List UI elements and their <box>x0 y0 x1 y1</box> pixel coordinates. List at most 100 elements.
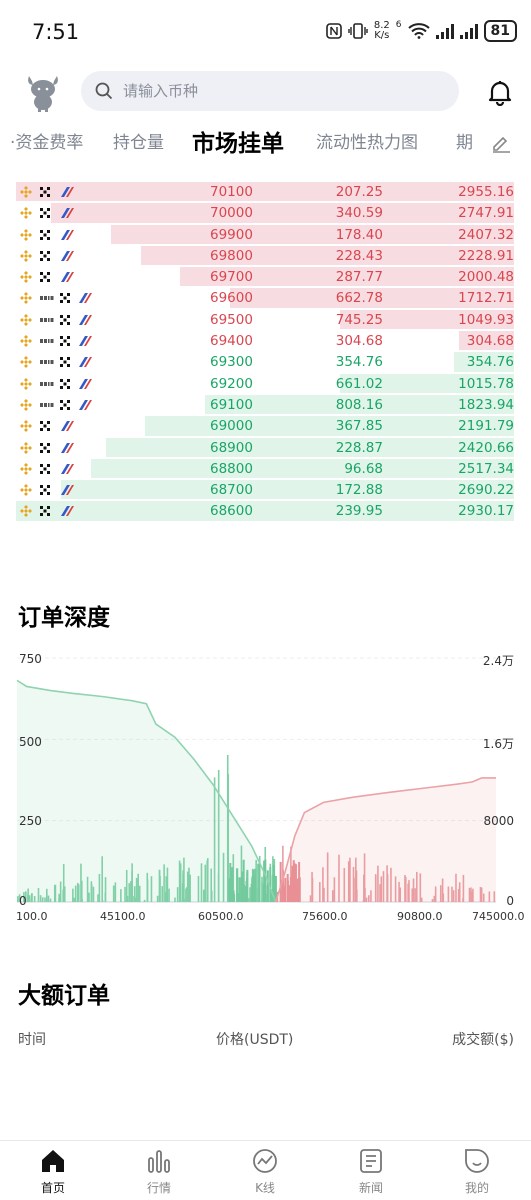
edit-tabs-icon[interactable] <box>489 130 513 154</box>
okx-icon <box>40 229 50 240</box>
okx-icon <box>40 187 50 197</box>
okx-icon <box>60 314 70 325</box>
col-time: 时间 <box>18 1032 46 1048</box>
ask-price: 69700 <box>210 269 253 286</box>
search-bar[interactable] <box>81 71 459 111</box>
bid-price: 69200 <box>210 375 253 392</box>
binance-icon <box>20 484 32 497</box>
exchange-stripe-icon <box>61 463 74 474</box>
search-input[interactable] <box>123 82 423 100</box>
bull-logo-icon[interactable] <box>24 72 62 112</box>
ask-total: 1049.93 <box>458 311 514 328</box>
bid-price: 69300 <box>210 354 253 371</box>
x-tick-label: 75600.0 <box>302 910 348 923</box>
bybit-icon <box>40 339 54 344</box>
network-type: 6 <box>395 20 402 30</box>
col-value: 成交额($) <box>452 1032 514 1048</box>
bottom-nav: 首页 行情 K线 新闻 我的 <box>0 1140 531 1200</box>
exchange-stripe-icon <box>61 421 74 432</box>
depth-title: 订单深度 <box>18 605 110 631</box>
x-tick-label: 100.0 <box>16 910 48 923</box>
exchange-stripe-icon <box>61 485 74 496</box>
nav-news[interactable]: 新闻 <box>331 1147 411 1196</box>
okx-icon <box>60 378 70 389</box>
nav-profile[interactable]: 我的 <box>437 1147 517 1196</box>
bid-price: 68800 <box>210 460 253 477</box>
bid-row: 69200 661.02 1015.78 <box>16 373 514 394</box>
bid-total: 1823.94 <box>458 396 514 413</box>
tab-funding-rate[interactable]: ·资金费率 <box>10 128 83 153</box>
y-left-tick-label: 0 <box>19 894 27 908</box>
binance-icon <box>20 398 32 411</box>
ask-row: 70000 340.59 2747.91 <box>16 202 514 223</box>
ask-total: 2228.91 <box>458 247 514 264</box>
ask-total: 2407.32 <box>458 226 514 243</box>
bybit-icon <box>40 317 54 322</box>
ask-price: 70000 <box>210 205 253 222</box>
nav-home[interactable]: 首页 <box>13 1147 93 1196</box>
tab-futures[interactable]: 期 <box>456 128 473 153</box>
clock: 7:51 <box>32 20 80 44</box>
depth-chart: 750 500 250 0 2.4万 1.6万 8000 0 100.0 45100.0 60500… <box>0 650 531 930</box>
tab-open-interest[interactable]: 持仓量 <box>113 128 164 153</box>
okx-icon <box>60 399 70 410</box>
bid-total: 354.76 <box>466 354 514 371</box>
battery-icon: 81 <box>483 20 517 42</box>
okx-icon <box>40 250 50 261</box>
ask-depth-bar <box>110 224 514 244</box>
binance-icon <box>20 462 32 475</box>
ask-amount: 662.78 <box>335 290 383 307</box>
bid-price: 68700 <box>210 482 253 499</box>
okx-icon <box>40 442 50 453</box>
ask-price: 69500 <box>210 311 253 328</box>
net-speed: 8.2 K/s <box>373 20 390 41</box>
ask-depth-bar <box>16 182 514 202</box>
exchange-stripe-icon <box>79 357 92 368</box>
ask-price: 69800 <box>210 247 253 264</box>
bid-price: 69100 <box>210 396 253 413</box>
binance-icon <box>20 335 32 348</box>
bid-price: 69000 <box>210 418 253 435</box>
ask-amount: 287.77 <box>335 269 383 286</box>
bid-price: 68600 <box>210 503 253 520</box>
exchange-stripe-icon <box>61 250 74 261</box>
okx-icon <box>40 506 50 517</box>
binance-icon <box>20 292 32 305</box>
bid-total: 1015.78 <box>458 375 514 392</box>
ask-price: 69900 <box>210 226 253 243</box>
bid-row: 69000 367.85 2191.79 <box>16 415 514 436</box>
search-icon <box>95 82 113 100</box>
ask-amount: 304.68 <box>335 333 383 350</box>
bell-icon[interactable] <box>486 78 514 106</box>
x-tick-label: 60500.0 <box>198 910 244 923</box>
bid-amount: 808.16 <box>335 396 383 413</box>
ask-amount: 228.43 <box>335 247 383 264</box>
binance-icon <box>20 207 32 220</box>
ask-depth-bar <box>50 203 514 223</box>
ask-row: 70100 207.25 2955.16 <box>16 181 514 202</box>
binance-icon <box>20 186 32 198</box>
tab-liquidity-heatmap[interactable]: 流动性热力图 <box>316 128 418 153</box>
tab-bar: ·资金费率 持仓量 市场挂单 流动性热力图 期 <box>0 122 531 162</box>
bid-depth-bar <box>105 437 514 457</box>
exchange-stripe-icon <box>61 506 74 517</box>
exchange-stripe-icon <box>61 208 74 219</box>
order-book: 70100 207.25 2955.16 70000 340.59 2747.91 6990… <box>16 181 514 522</box>
nav-kline[interactable]: K线 <box>225 1147 305 1196</box>
ask-total: 304.68 <box>466 333 514 350</box>
col-price: 价格(USDT) <box>216 1032 294 1048</box>
ask-price: 70100 <box>210 184 253 200</box>
nav-market[interactable]: 行情 <box>119 1147 199 1196</box>
tab-market-orders[interactable]: 市场挂单 <box>192 124 284 158</box>
binance-icon <box>20 313 32 326</box>
binance-icon <box>20 377 32 390</box>
okx-icon <box>40 485 50 496</box>
news-icon <box>360 1149 382 1173</box>
exchange-stripe-icon <box>79 293 92 304</box>
status-icons: 8.2 K/s 6 81 <box>326 20 517 42</box>
bid-depth-bar <box>60 480 514 500</box>
okx-icon <box>60 336 70 347</box>
bid-depth-bar <box>16 501 514 521</box>
okx-icon <box>40 421 50 432</box>
binance-icon <box>20 249 32 262</box>
